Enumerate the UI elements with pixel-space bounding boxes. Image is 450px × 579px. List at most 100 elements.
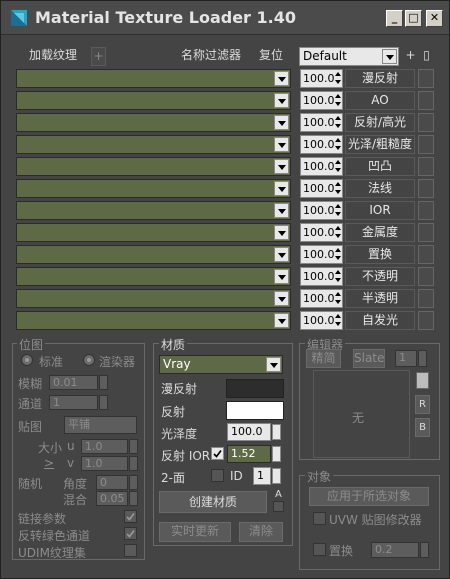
slot-label-button[interactable]: 自发光 <box>345 311 415 330</box>
preset-dropdown[interactable]: Default <box>299 47 399 66</box>
compact-button[interactable]: 精简 <box>306 349 341 368</box>
slot-options-button[interactable] <box>418 201 434 220</box>
slot-label-button[interactable]: 不透明 <box>345 267 415 286</box>
slot-amount-field[interactable]: 100.0 <box>300 179 343 198</box>
slot-options-button[interactable] <box>418 157 434 176</box>
slot-options-button[interactable] <box>418 289 434 308</box>
map-dropdown[interactable]: 平铺 <box>64 416 137 434</box>
slot-amount-spinner[interactable] <box>334 224 342 241</box>
create-material-button[interactable]: 创建材质 <box>159 491 267 513</box>
displace-spinner[interactable] <box>420 542 429 558</box>
link-uv-toggle[interactable]: > <box>44 456 54 470</box>
slot-amount-field[interactable]: 100.0 <box>300 289 343 308</box>
slot-amount-spinner[interactable] <box>334 290 342 307</box>
slot-amount-spinner[interactable] <box>334 180 342 197</box>
material-type-dropdown[interactable]: Vray <box>159 355 283 374</box>
title-bar[interactable]: Material Texture Loader 1.40 _ □ ✕ <box>1 1 449 35</box>
maximize-button[interactable]: □ <box>405 10 422 27</box>
slot-label-button[interactable]: 置换 <box>345 245 415 264</box>
slot-amount-spinner[interactable] <box>334 268 342 285</box>
slot-texture-dropdown[interactable] <box>16 223 291 242</box>
radio-renderer[interactable] <box>83 354 95 366</box>
slot-amount-field[interactable]: 100.0 <box>300 157 343 176</box>
editor-slot-field[interactable]: 1 <box>395 350 417 367</box>
slot-texture-dropdown[interactable] <box>16 267 291 286</box>
slot-amount-spinner[interactable] <box>334 92 342 109</box>
reflect-ior-spinner[interactable] <box>272 446 281 462</box>
minimize-button[interactable]: _ <box>386 10 403 27</box>
slot-label-button[interactable]: 金属度 <box>345 223 415 242</box>
slot-amount-spinner[interactable] <box>334 312 342 329</box>
slot-options-button[interactable] <box>418 135 434 154</box>
slot-amount-field[interactable]: 100.0 <box>300 267 343 286</box>
angle-spinner[interactable] <box>129 475 138 490</box>
two-sided-checkbox[interactable] <box>211 469 224 482</box>
slot-texture-dropdown[interactable] <box>16 289 291 308</box>
slot-options-button[interactable] <box>418 223 434 242</box>
slot-options-button[interactable] <box>418 179 434 198</box>
editor-slot-spinner[interactable] <box>418 350 427 367</box>
slot-amount-field[interactable]: 100.0 <box>300 135 343 154</box>
slot-options-button[interactable] <box>418 245 434 264</box>
slot-texture-dropdown[interactable] <box>16 245 291 264</box>
slot-amount-spinner[interactable] <box>334 246 342 263</box>
slot-label-button[interactable]: IOR <box>345 201 415 220</box>
slot-texture-dropdown[interactable] <box>16 91 291 110</box>
reflect-ior-field[interactable]: 1.52 <box>227 445 271 463</box>
slot-label-button[interactable]: AO <box>345 91 415 110</box>
slot-options-button[interactable] <box>418 311 434 330</box>
slot-label-button[interactable]: 法线 <box>345 179 415 198</box>
name-filter-button[interactable]: 名称过滤器 <box>177 47 245 66</box>
preset-options-button[interactable]: ▯ <box>420 47 433 66</box>
apply-to-selected-button[interactable]: 应用于所选对象 <box>309 487 429 506</box>
slot-texture-dropdown[interactable] <box>16 69 291 88</box>
channel-spinner[interactable] <box>99 395 108 410</box>
b-button[interactable]: B <box>415 418 430 437</box>
slot-amount-spinner[interactable] <box>334 202 342 219</box>
slot-texture-dropdown[interactable] <box>16 113 291 132</box>
blur-spinner[interactable] <box>99 375 108 390</box>
reflect-color-swatch[interactable] <box>226 401 284 420</box>
slot-options-button[interactable] <box>418 113 434 132</box>
slot-amount-field[interactable]: 100.0 <box>300 113 343 132</box>
displace-field[interactable]: 0.2 <box>371 542 419 558</box>
slot-texture-dropdown[interactable] <box>16 179 291 198</box>
slot-amount-spinner[interactable] <box>334 114 342 131</box>
slot-amount-spinner[interactable] <box>334 70 342 87</box>
diffuse-color-swatch[interactable] <box>226 379 284 398</box>
radio-standard[interactable] <box>21 354 33 366</box>
slot-amount-field[interactable]: 100.0 <box>300 201 343 220</box>
slot-amount-field[interactable]: 100.0 <box>300 69 343 88</box>
udim-checkbox[interactable] <box>124 544 137 557</box>
slot-amount-field[interactable]: 100.0 <box>300 91 343 110</box>
auto-checkbox[interactable] <box>273 501 284 512</box>
reflect-ior-checkbox[interactable] <box>211 447 224 460</box>
id-spinner[interactable] <box>272 468 281 484</box>
slot-amount-field[interactable]: 100.0 <box>300 223 343 242</box>
slot-label-button[interactable]: 半透明 <box>345 289 415 308</box>
add-button[interactable]: + <box>91 47 106 66</box>
slot-amount-spinner[interactable] <box>334 136 342 153</box>
slot-label-button[interactable]: 光泽/粗糙度 <box>345 135 415 154</box>
slot-texture-dropdown[interactable] <box>16 201 291 220</box>
slate-button[interactable]: Slate <box>353 349 385 368</box>
flip-green-checkbox[interactable] <box>124 527 137 540</box>
slot-amount-field[interactable]: 100.0 <box>300 245 343 264</box>
r-button[interactable]: R <box>415 395 430 414</box>
blur-field[interactable]: 0.01 <box>49 375 98 390</box>
slot-label-button[interactable]: 漫反射 <box>345 69 415 88</box>
v-field[interactable]: 1.0 <box>81 456 128 471</box>
close-button[interactable]: ✕ <box>426 10 443 27</box>
preset-add-button[interactable]: + <box>404 47 417 66</box>
clear-button[interactable]: 清除 <box>239 522 283 542</box>
id-field[interactable]: 1 <box>253 467 271 485</box>
channel-field[interactable]: 1 <box>49 395 98 410</box>
slot-options-button[interactable] <box>418 91 434 110</box>
live-update-button[interactable]: 实时更新 <box>159 522 231 542</box>
blend-spinner[interactable] <box>129 491 138 506</box>
slot-label-button[interactable]: 反射/高光 <box>345 113 415 132</box>
slot-texture-dropdown[interactable] <box>16 311 291 330</box>
u-field[interactable]: 1.0 <box>81 439 128 454</box>
slot-amount-field[interactable]: 100.0 <box>300 311 343 330</box>
uvw-checkbox[interactable] <box>313 512 326 525</box>
